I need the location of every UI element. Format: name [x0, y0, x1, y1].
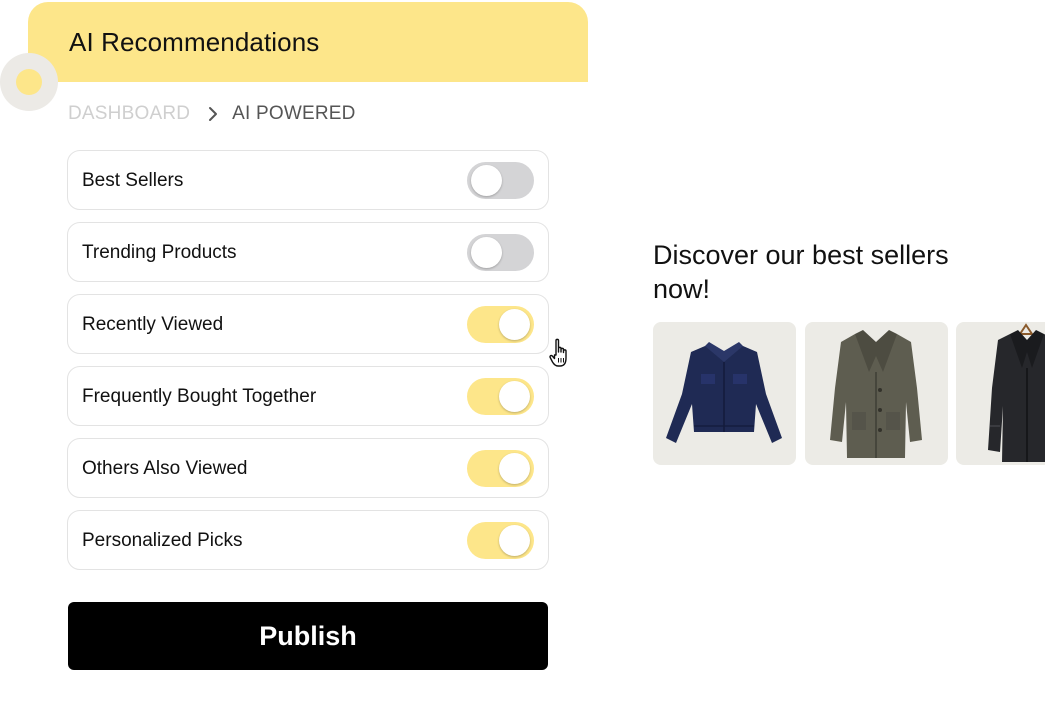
- toggle-label: Trending Products: [82, 242, 237, 263]
- toggle-row-trending-products: Trending Products: [67, 222, 549, 282]
- others-also-viewed-switch[interactable]: [467, 450, 534, 487]
- trending-products-switch[interactable]: [467, 234, 534, 271]
- decorative-circle: [0, 53, 58, 111]
- product-card-olive-coat[interactable]: [805, 322, 948, 465]
- hand-pointer-cursor-icon: [549, 338, 567, 367]
- switch-knob: [499, 453, 530, 484]
- toggle-row-recently-viewed: Recently Viewed: [67, 294, 549, 354]
- breadcrumb: DASHBOARD AI POWERED: [68, 103, 356, 125]
- switch-knob: [471, 237, 502, 268]
- navy-jacket-icon: [666, 342, 782, 443]
- discover-heading: Discover our best sellers now!: [653, 240, 949, 304]
- product-card-black-overcoat[interactable]: [956, 322, 1045, 465]
- black-overcoat-icon: [988, 323, 1045, 462]
- switch-knob: [499, 309, 530, 340]
- toggle-row-others-also-viewed: Others Also Viewed: [67, 438, 549, 498]
- toggle-row-personalized-picks: Personalized Picks: [67, 510, 549, 570]
- personalized-picks-switch[interactable]: [467, 522, 534, 559]
- product-card-navy-jacket[interactable]: [653, 322, 796, 465]
- toggle-label: Frequently Bought Together: [82, 386, 317, 407]
- toggle-label: Recently Viewed: [82, 314, 224, 335]
- switch-knob: [471, 165, 502, 196]
- toggle-label: Others Also Viewed: [82, 458, 248, 479]
- olive-coat-icon: [830, 330, 922, 458]
- breadcrumb-dashboard[interactable]: DASHBOARD: [68, 103, 190, 125]
- recommendation-toggle-list: Best Sellers Trending Products Recently …: [67, 150, 549, 582]
- switch-knob: [499, 525, 530, 556]
- header-bar: AI Recommendations: [28, 2, 588, 82]
- frequently-bought-together-switch[interactable]: [467, 378, 534, 415]
- switch-knob: [499, 381, 530, 412]
- toggle-row-frequently-bought-together: Frequently Bought Together: [67, 366, 549, 426]
- toggle-label: Personalized Picks: [82, 530, 243, 551]
- page-title: AI Recommendations: [69, 27, 320, 57]
- breadcrumb-ai-powered: AI POWERED: [232, 103, 356, 124]
- recently-viewed-switch[interactable]: [467, 306, 534, 343]
- publish-button[interactable]: Publish: [68, 602, 548, 670]
- best-sellers-switch[interactable]: [467, 162, 534, 199]
- toggle-row-best-sellers: Best Sellers: [67, 150, 549, 210]
- chevron-right-icon: [209, 107, 218, 121]
- product-carousel[interactable]: [653, 322, 1045, 466]
- decorative-dot: [16, 69, 42, 95]
- toggle-label: Best Sellers: [82, 170, 184, 191]
